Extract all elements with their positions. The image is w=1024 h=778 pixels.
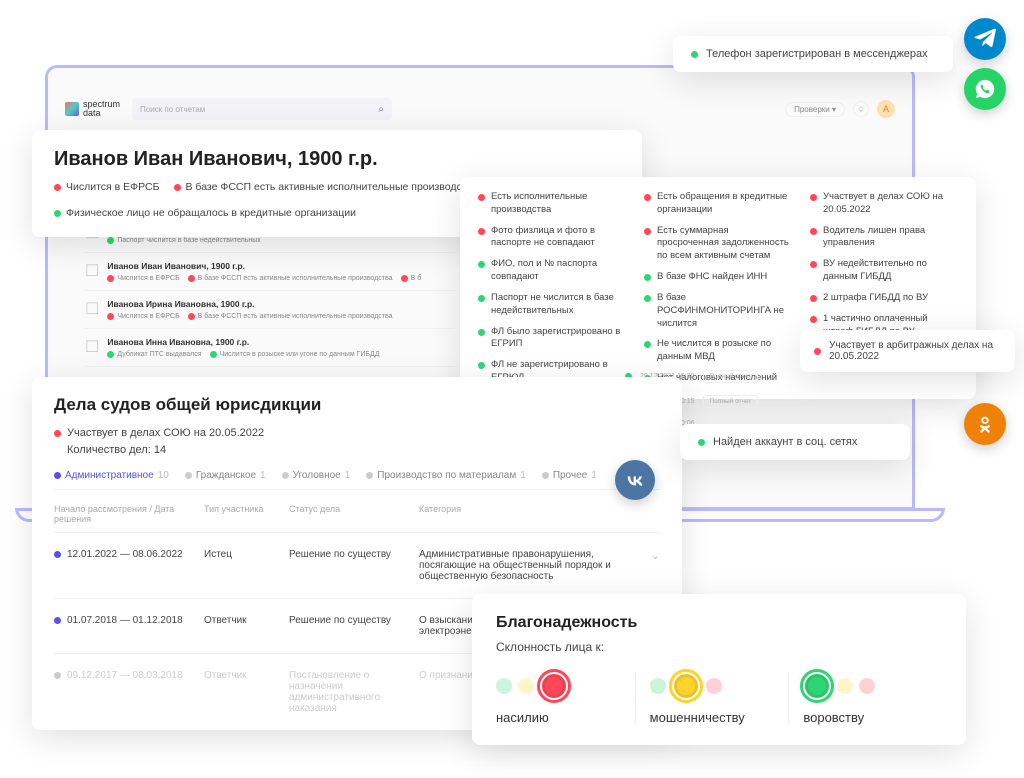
trust-item: воровству <box>788 672 942 725</box>
court-status: Участвует в делах СОЮ на 20.05.2022 <box>54 427 660 439</box>
trust-item: насилию <box>496 672 635 725</box>
detail-item: Участвует в делах СОЮ на 20.05.2022 <box>810 191 958 217</box>
tab[interactable]: Прочее 1 <box>542 470 597 481</box>
court-tabs: Административное 10 Гражданское 1 Уголовно… <box>54 470 660 490</box>
detail-item: Фото физлица и фото в паспорте не совпад… <box>478 225 626 251</box>
detail-item: В базе РОСФИНМОНИТОРИНГА не числится <box>644 292 792 330</box>
detail-item: В базе ФНС найден ИНН <box>644 271 792 284</box>
messenger-card: Телефон зарегистрирован в мессенджерах <box>673 36 953 72</box>
detail-item: Есть обращения в кредитные организации <box>644 191 792 217</box>
list-row[interactable]: ☐Иванов Иван Иванович, 1900 г.р.Числится… <box>85 252 455 290</box>
trust-card: Благонадежность Склонность лица к: насил… <box>472 594 966 745</box>
court-count: Количество дел: 14 <box>67 444 660 456</box>
avatar[interactable]: A <box>877 100 895 118</box>
whatsapp-icon[interactable] <box>964 68 1006 110</box>
telegram-icon[interactable] <box>964 18 1006 60</box>
detail-item: Есть исполнительные производства <box>478 191 626 217</box>
table-head: Начало рассмотрения / Дата решения Тип у… <box>54 496 660 532</box>
detail-item: ВУ недействительно по данным ГИБДД <box>810 258 958 284</box>
logo-icon <box>65 102 79 116</box>
table-row[interactable]: 12.01.2022 — 08.06.2022ИстецРешение по с… <box>54 532 660 598</box>
detail-item: 2 штрафа ГИБДД по ВУ <box>810 292 958 305</box>
status-fssp: В базе ФССП есть активные исполнительные… <box>174 181 478 193</box>
ok-icon[interactable] <box>964 403 1006 445</box>
vk-icon[interactable] <box>615 460 655 500</box>
topbar: spectrumdata Поиск по отчетам ⌕ Проверки… <box>65 95 895 123</box>
trust-item: мошенничеству <box>635 672 789 725</box>
logo[interactable]: spectrumdata <box>65 100 120 118</box>
tab[interactable]: Уголовное 1 <box>282 470 351 481</box>
trust-subtitle: Склонность лица к: <box>496 640 942 654</box>
tab[interactable]: Производство по материалам 1 <box>366 470 526 481</box>
detail-item: ФЛ было зарегистрировано в ЕГРИП <box>478 326 626 352</box>
bell-icon[interactable]: ♤ <box>853 101 869 117</box>
status-efrsb: Числится в ЕФРСБ <box>54 181 160 193</box>
search-icon[interactable]: ⌕ <box>378 104 384 115</box>
tab[interactable]: Административное 10 <box>54 470 169 481</box>
list-row[interactable]: ☐Иванова Ирина Ивановна, 1900 г.р.Числит… <box>85 290 455 328</box>
result-list: ☐ Техподдержка ☐Александров Александр Ал… <box>85 215 455 403</box>
search-placeholder: Поиск по отчетам <box>140 105 205 114</box>
trust-title: Благонадежность <box>496 614 942 632</box>
checks-button[interactable]: Проверки ▾ <box>785 102 845 117</box>
social-card: Найден аккаунт в соц. сетях <box>680 424 910 460</box>
chevron-down-icon[interactable]: ⌄ <box>651 549 660 582</box>
detail-item: Не числится в розыске по данным МВД <box>644 338 792 364</box>
logo-text-2: data <box>83 109 120 118</box>
court-title: Дела судов общей юрисдикции <box>54 395 660 415</box>
person-name: Иванов Иван Иванович, 1900 г.р. <box>54 148 620 171</box>
tab[interactable]: Гражданское 1 <box>185 470 266 481</box>
detail-item: Есть суммарная просроченная задолженност… <box>644 225 792 263</box>
detail-item: Водитель лишен права управления <box>810 225 958 251</box>
arbitrage-card: Участвует в арбитражных делах на 20.05.2… <box>800 330 1015 372</box>
detail-item: ФИО, пол и № паспорта совпадают <box>478 258 626 284</box>
status-credit: Физическое лицо не обращалось в кредитны… <box>54 207 356 219</box>
list-row[interactable]: ☐Иванова Инна Ивановна, 1900 г.р.Дублика… <box>85 328 455 366</box>
search-input[interactable]: Поиск по отчетам ⌕ <box>132 98 392 120</box>
detail-item: Паспорт не числится в базе недействитель… <box>478 292 626 318</box>
